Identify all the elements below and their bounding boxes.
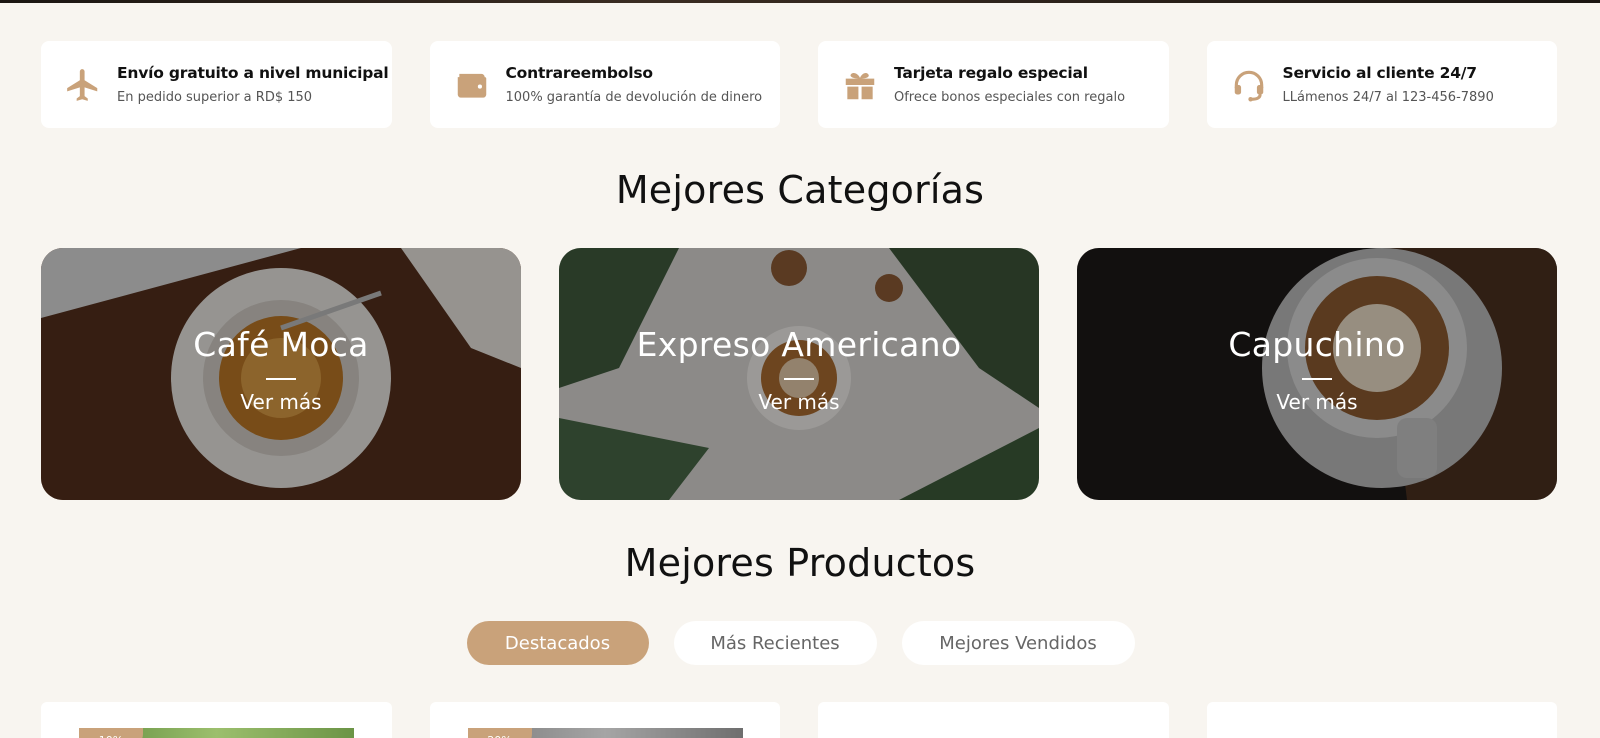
product-grid: 10% 20% xyxy=(41,702,1557,738)
feature-customer-service: Servicio al cliente 24/7 LLámenos 24/7 a… xyxy=(1206,41,1557,128)
tab-mas-recientes[interactable]: Más Recientes xyxy=(673,621,877,665)
category-overlay xyxy=(41,248,521,500)
category-title: Capuchino xyxy=(1228,324,1406,364)
discount-badge: 20% xyxy=(467,728,532,738)
feature-title: Contrareembolso xyxy=(505,64,654,82)
category-overlay xyxy=(1077,248,1557,500)
feature-title: Envío gratuito a nivel municipal xyxy=(117,64,389,82)
feature-subtitle: 100% garantía de devolución de dinero xyxy=(505,90,763,105)
headset-icon xyxy=(1229,65,1269,105)
category-title: Café Moca xyxy=(193,324,369,364)
wallet-icon xyxy=(452,65,492,105)
airplane-icon xyxy=(63,65,103,105)
category-title: Expreso Americano xyxy=(636,324,962,364)
features-strip: Envío gratuito a nivel municipal En pedi… xyxy=(41,41,1557,128)
category-view-more-link[interactable]: Ver más xyxy=(758,390,839,414)
tab-destacados[interactable]: Destacados xyxy=(466,621,649,665)
product-tabs: Destacados Más Recientes Mejores Vendido… xyxy=(0,621,1600,665)
category-divider xyxy=(1302,377,1332,380)
category-card-capuchino[interactable]: Capuchino Ver más xyxy=(1077,248,1557,500)
category-view-more-link[interactable]: Ver más xyxy=(1276,390,1357,414)
feature-subtitle: LLámenos 24/7 al 123-456-7890 xyxy=(1282,90,1494,105)
categories-grid: Café Moca Ver más Expreso Americano Ver … xyxy=(41,248,1557,500)
tab-mejores-vendidos[interactable]: Mejores Vendidos xyxy=(901,621,1135,665)
category-overlay xyxy=(559,248,1039,500)
feature-free-shipping: Envío gratuito a nivel municipal En pedi… xyxy=(41,41,392,128)
product-card[interactable] xyxy=(818,702,1169,738)
category-divider xyxy=(784,377,814,380)
categories-heading: Mejores Categorías xyxy=(615,168,985,212)
hero-bottom-edge xyxy=(0,0,1600,3)
product-card[interactable]: 10% xyxy=(41,702,392,738)
feature-subtitle: Ofrece bonos especiales con regalo xyxy=(894,90,1126,105)
product-card[interactable] xyxy=(1206,702,1557,738)
discount-badge: 10% xyxy=(79,728,143,738)
feature-subtitle: En pedido superior a RD$ 150 xyxy=(117,90,313,105)
category-divider xyxy=(266,377,296,380)
feature-title: Tarjeta regalo especial xyxy=(894,64,1088,82)
category-card-expreso-americano[interactable]: Expreso Americano Ver más xyxy=(559,248,1039,500)
gift-icon xyxy=(840,65,880,105)
feature-title: Servicio al cliente 24/7 xyxy=(1282,64,1478,82)
products-heading: Mejores Productos xyxy=(624,541,976,585)
category-card-cafe-moca[interactable]: Café Moca Ver más xyxy=(41,248,521,500)
feature-cash-on-delivery: Contrareembolso 100% garantía de devoluc… xyxy=(429,41,780,128)
feature-gift-card: Tarjeta regalo especial Ofrece bonos esp… xyxy=(818,41,1169,128)
product-card[interactable]: 20% xyxy=(429,702,780,738)
category-view-more-link[interactable]: Ver más xyxy=(240,390,321,414)
